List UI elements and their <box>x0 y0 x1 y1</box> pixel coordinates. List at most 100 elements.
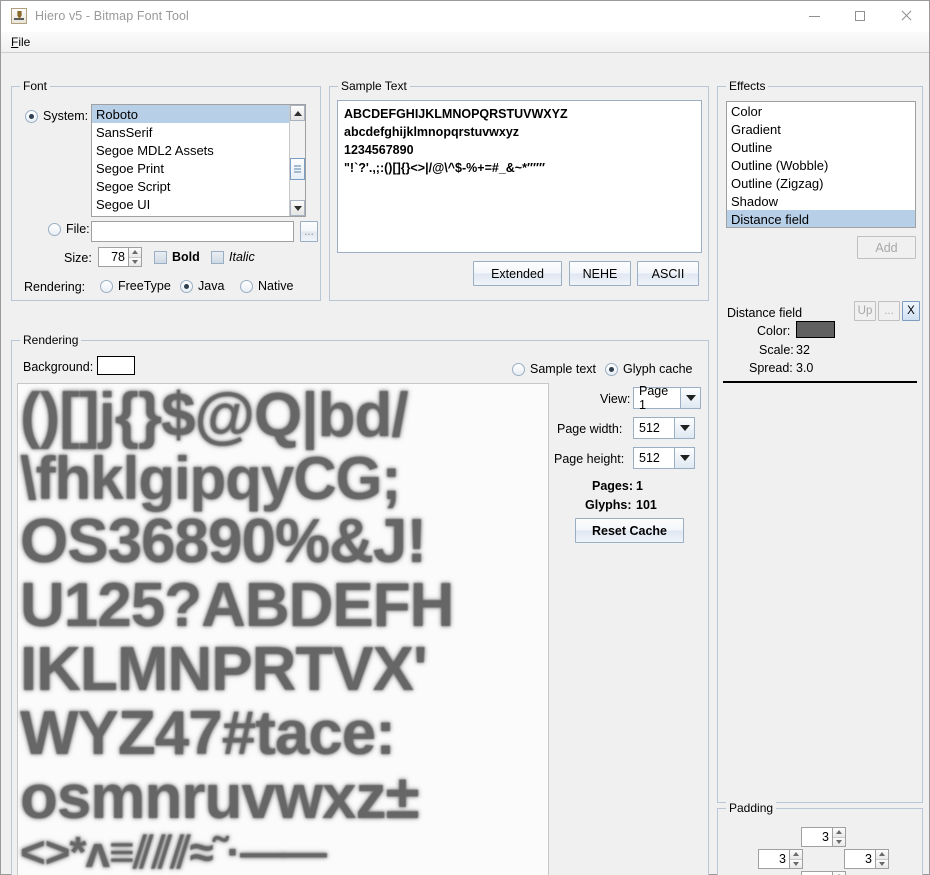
page-view-combo[interactable]: Page 1 <box>633 387 701 409</box>
font-list-item[interactable]: Roboto <box>92 105 289 123</box>
stepper-up-icon[interactable] <box>790 850 802 860</box>
padding-right-value[interactable]: 3 <box>844 849 875 869</box>
rendering-panel-legend: Rendering <box>20 333 81 347</box>
system-font-radio[interactable]: System: <box>25 109 88 123</box>
chevron-down-icon[interactable] <box>675 447 695 469</box>
extended-charset-button[interactable]: Extended <box>473 261 562 286</box>
padding-right-stepper[interactable] <box>875 849 889 869</box>
font-list-item[interactable]: Segoe MDL2 Assets <box>92 141 289 159</box>
padding-left-stepper[interactable] <box>789 849 803 869</box>
background-color-swatch[interactable] <box>97 356 135 375</box>
distance-field-scale-value: 32 <box>796 343 810 357</box>
stepper-down-icon[interactable] <box>129 258 141 267</box>
view-sample-text-label: Sample text <box>530 362 596 376</box>
effects-list-item[interactable]: Color <box>727 102 915 120</box>
page-height-combo[interactable]: 512 <box>633 447 695 469</box>
remove-effect-button[interactable]: X <box>902 301 920 321</box>
padding-bottom-stepper[interactable] <box>832 871 846 875</box>
maximize-button[interactable] <box>837 1 883 32</box>
effects-list-item[interactable]: Outline (Zigzag) <box>727 174 915 192</box>
rendering-freetype-radio[interactable]: FreeType <box>100 279 171 293</box>
stepper-down-icon[interactable] <box>790 860 802 869</box>
padding-bottom-value[interactable]: 3 <box>801 871 832 875</box>
pages-value: 1 <box>636 479 643 493</box>
stepper-up-icon[interactable] <box>833 828 845 838</box>
padding-top-value[interactable]: 3 <box>801 827 832 847</box>
chevron-up-icon <box>294 111 302 116</box>
rendering-panel: Rendering Background: Sample text Glyph … <box>11 340 709 875</box>
view-glyph-cache-radio[interactable]: Glyph cache <box>605 362 692 376</box>
font-size-spinner[interactable]: 78 <box>98 247 142 267</box>
italic-label: Italic <box>229 250 255 264</box>
system-font-list[interactable]: Roboto SansSerif Segoe MDL2 Assets Segoe… <box>91 104 306 217</box>
chevron-down-icon[interactable] <box>675 417 695 439</box>
stepper-down-icon[interactable] <box>876 860 888 869</box>
padding-top-spinner[interactable]: 3 <box>801 827 846 847</box>
minimize-button[interactable] <box>791 1 837 32</box>
effects-list-item[interactable]: Outline (Wobble) <box>727 156 915 174</box>
radio-bullet-icon <box>240 280 253 293</box>
scrollbar-thumb[interactable] <box>290 158 305 180</box>
more-options-button[interactable]: ... <box>878 301 900 321</box>
nehe-charset-button[interactable]: NEHE <box>569 261 631 286</box>
scroll-down-button[interactable] <box>290 200 305 216</box>
radio-bullet-icon <box>180 280 193 293</box>
distance-field-color-swatch[interactable] <box>796 321 835 338</box>
maximize-icon <box>855 11 865 21</box>
application-window: Hiero v5 - Bitmap Font Tool File Font Sy… <box>0 0 930 875</box>
italic-checkbox[interactable]: Italic <box>211 250 255 264</box>
font-list-item[interactable]: SansSerif <box>92 123 289 141</box>
font-list-scrollbar[interactable] <box>289 105 305 216</box>
padding-top-stepper[interactable] <box>832 827 846 847</box>
padding-bottom-spinner[interactable]: 3 <box>801 871 846 875</box>
page-width-combo[interactable]: 512 <box>633 417 695 439</box>
sample-text-line: ABCDEFGHIJKLMNOPQRSTUVWXYZ <box>344 105 695 123</box>
window-controls <box>791 1 929 32</box>
font-file-input[interactable] <box>91 221 294 242</box>
page-height-value[interactable]: 512 <box>633 447 675 469</box>
page-width-value[interactable]: 512 <box>633 417 675 439</box>
close-icon <box>900 10 912 22</box>
bold-checkbox[interactable]: Bold <box>154 250 200 264</box>
distance-field-title: Distance field <box>727 306 802 320</box>
padding-right-spinner[interactable]: 3 <box>844 849 889 869</box>
distance-field-color-label: Color: <box>757 324 790 338</box>
file-font-radio[interactable]: File: <box>48 222 90 236</box>
font-size-stepper[interactable] <box>128 247 142 267</box>
stepper-down-icon[interactable] <box>833 838 845 847</box>
effects-list-item[interactable]: Gradient <box>727 120 915 138</box>
font-list-item[interactable]: Segoe UI <box>92 195 289 213</box>
browse-file-button[interactable]: ... <box>300 221 318 242</box>
view-sample-text-radio[interactable]: Sample text <box>512 362 596 376</box>
effects-list[interactable]: Color Gradient Outline Outline (Wobble) … <box>726 101 916 228</box>
radio-bullet-icon <box>48 223 61 236</box>
ascii-charset-button[interactable]: ASCII <box>637 261 699 286</box>
sample-text-line: "!`?'.,;:()[]{}<>|/@\^$-%+=#_&~*″″″ <box>344 159 695 177</box>
effects-list-item[interactable]: Shadow <box>727 192 915 210</box>
font-list-item[interactable]: Segoe Script <box>92 177 289 195</box>
font-list-item[interactable]: Segoe Print <box>92 159 289 177</box>
view-glyph-cache-label: Glyph cache <box>623 362 692 376</box>
scroll-up-button[interactable] <box>290 105 305 121</box>
effects-list-item[interactable]: Distance field <box>727 210 915 228</box>
rendering-native-radio[interactable]: Native <box>240 279 293 293</box>
sample-text-area[interactable]: ABCDEFGHIJKLMNOPQRSTUVWXYZ abcdefghijklm… <box>337 100 702 253</box>
reset-cache-button[interactable]: Reset Cache <box>575 518 684 543</box>
add-effect-button[interactable]: Add <box>857 236 916 259</box>
chevron-down-icon <box>294 206 302 211</box>
chevron-down-icon[interactable] <box>681 387 701 409</box>
glyph-cache-canvas[interactable]: ()[]j{}$@Q|bd/ \fhklgipqyCG; OS36890%&J!… <box>17 383 549 875</box>
effects-list-item[interactable]: Outline <box>727 138 915 156</box>
glyph-row: ()[]j{}$@Q|bd/ <box>20 384 548 448</box>
stepper-up-icon[interactable] <box>876 850 888 860</box>
stepper-up-icon[interactable] <box>129 248 141 258</box>
move-up-button[interactable]: Up <box>854 301 876 321</box>
rendering-mode-label: Rendering: <box>24 280 85 294</box>
menu-item-file[interactable]: File <box>7 34 34 50</box>
padding-left-spinner[interactable]: 3 <box>758 849 803 869</box>
distance-field-spread-label: Spread: <box>749 361 793 375</box>
font-size-value[interactable]: 78 <box>98 247 128 267</box>
padding-left-value[interactable]: 3 <box>758 849 789 869</box>
rendering-java-radio[interactable]: Java <box>180 279 224 293</box>
close-button[interactable] <box>883 1 929 32</box>
